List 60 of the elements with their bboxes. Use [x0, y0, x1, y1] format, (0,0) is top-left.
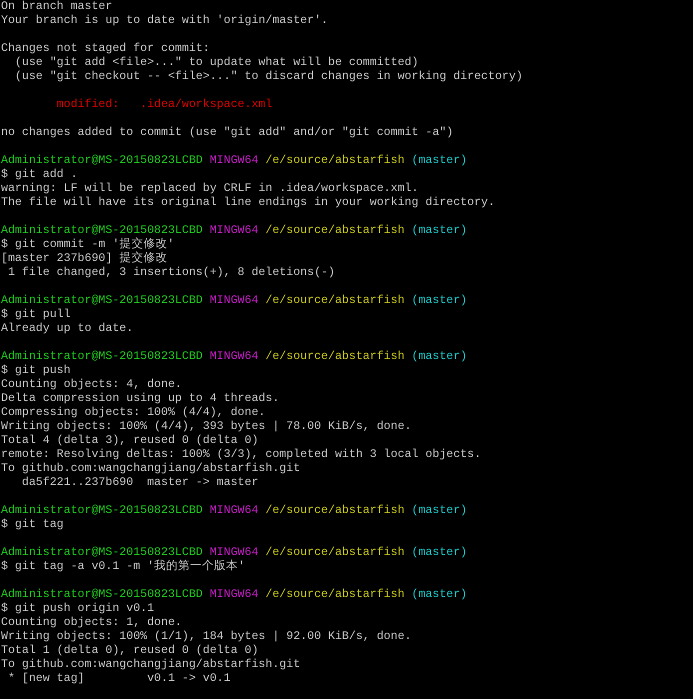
terminal-line: $ git push origin v0.1: [1, 602, 154, 615]
terminal-line: [master 237b690] 提交修改: [1, 252, 168, 265]
terminal-line: $ git tag -a v0.1 -m '我的第一个版本': [1, 560, 246, 573]
terminal-line: Changes not staged for commit:: [1, 42, 210, 55]
terminal-line: Counting objects: 4, done.: [1, 378, 182, 391]
prompt-branch: (master): [411, 588, 468, 602]
terminal-line: Already up to date.: [1, 322, 134, 335]
prompt-system: MINGW64: [210, 294, 258, 308]
terminal-line: On branch master: [1, 0, 112, 13]
terminal-line: Your branch is up to date with 'origin/master'.: [1, 14, 328, 27]
terminal-line: Total 1 (delta 0), reused 0 (delta 0): [1, 644, 258, 657]
terminal-line: Compressing objects: 100% (4/4), done.: [1, 406, 266, 419]
terminal-line: Total 4 (delta 3), reused 0 (delta 0): [1, 434, 258, 447]
prompt-branch: (master): [411, 294, 468, 308]
terminal-line: $ git commit -m '提交修改': [1, 238, 174, 251]
prompt-path: /e/source/abstarfish: [265, 588, 405, 602]
prompt-path: /e/source/abstarfish: [265, 294, 405, 308]
terminal-line: $ git push: [1, 364, 71, 377]
prompt-system: MINGW64: [210, 546, 258, 560]
prompt-system: MINGW64: [210, 154, 258, 168]
prompt-path: /e/source/abstarfish: [265, 350, 405, 364]
prompt-path: /e/source/abstarfish: [265, 154, 405, 168]
prompt-system: MINGW64: [210, 504, 258, 518]
prompt-system: MINGW64: [210, 224, 258, 238]
prompt-branch: (master): [411, 154, 468, 168]
terminal-line: $ git pull: [1, 308, 71, 321]
terminal-line: To github.com:wangchangjiang/abstarfish.git: [1, 658, 300, 671]
terminal-line: remote: Resolving deltas: 100% (3/3), completed with 3 local objects.: [1, 448, 482, 461]
terminal-line: Writing objects: 100% (4/4), 393 bytes | 78.00 KiB/s, done.: [1, 420, 412, 433]
terminal-line: (use "git add <file>..." to update what will be committed): [14, 56, 418, 69]
prompt-system: MINGW64: [210, 350, 258, 364]
terminal-line: Delta compression using up to 4 threads.: [1, 392, 280, 405]
prompt-branch: (master): [411, 224, 468, 238]
prompt-user-host: Administrator@MS-20150823LCBD: [1, 546, 203, 560]
prompt-path: /e/source/abstarfish: [265, 224, 405, 238]
terminal-line: warning: LF will be replaced by CRLF in .idea/workspace.xml.: [1, 182, 418, 195]
prompt-user-host: Administrator@MS-20150823LCBD: [1, 350, 203, 364]
prompt-user-host: Administrator@MS-20150823LCBD: [1, 588, 203, 602]
prompt-branch: (master): [411, 504, 468, 518]
terminal-line: da5f221..237b690 master -> master: [20, 476, 258, 489]
prompt-user-host: Administrator@MS-20150823LCBD: [1, 294, 203, 308]
terminal-line: * [new tag] v0.1 -> v0.1: [6, 672, 231, 685]
prompt-path: /e/source/abstarfish: [265, 546, 405, 560]
terminal-line: $ git add .: [1, 168, 78, 181]
terminal-line: Counting objects: 1, done.: [1, 616, 182, 629]
terminal-line: $ git tag: [1, 518, 64, 531]
prompt-user-host: Administrator@MS-20150823LCBD: [1, 154, 203, 168]
prompt-user-host: Administrator@MS-20150823LCBD: [1, 504, 203, 518]
terminal-line: 1 file changed, 3 insertions(+), 8 deletions(-): [6, 266, 335, 279]
terminal-line: no changes added to commit (use "git add" and/or "git commit -a"): [1, 126, 454, 139]
prompt-branch: (master): [411, 546, 468, 560]
prompt-path: /e/source/abstarfish: [265, 504, 405, 518]
terminal-line: (use "git checkout -- <file>..." to discard changes in working directory): [14, 70, 523, 83]
terminal-line: Writing objects: 100% (1/1), 184 bytes | 92.00 KiB/s, done.: [1, 630, 412, 643]
prompt-system: MINGW64: [210, 588, 258, 602]
modified-file-line: modified: .idea/workspace.xml: [56, 98, 272, 111]
prompt-branch: (master): [411, 350, 468, 364]
terminal-line: The file will have its original line endings in your working directory.: [1, 196, 495, 209]
terminal-line: To github.com:wangchangjiang/abstarfish.git: [1, 462, 300, 475]
prompt-user-host: Administrator@MS-20150823LCBD: [1, 224, 203, 237]
